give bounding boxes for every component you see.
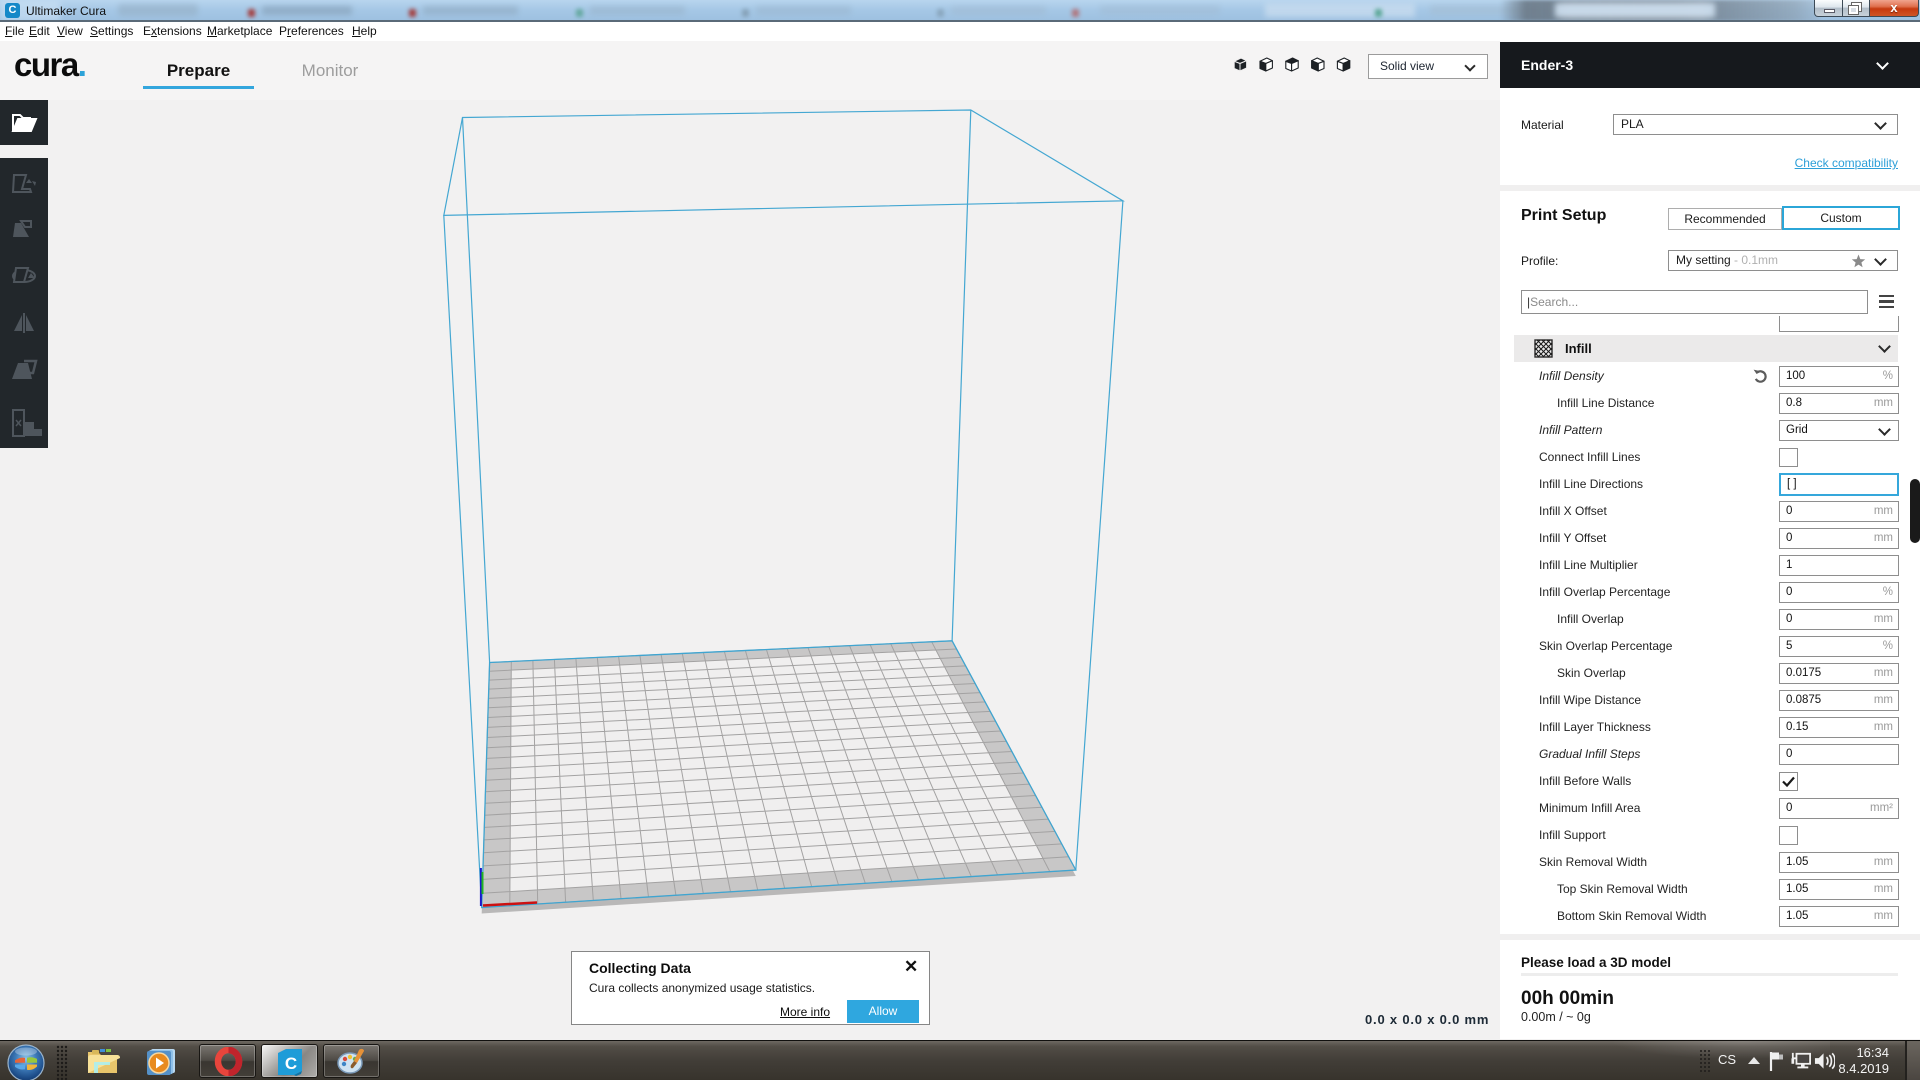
svg-text:C: C [285,1054,297,1073]
